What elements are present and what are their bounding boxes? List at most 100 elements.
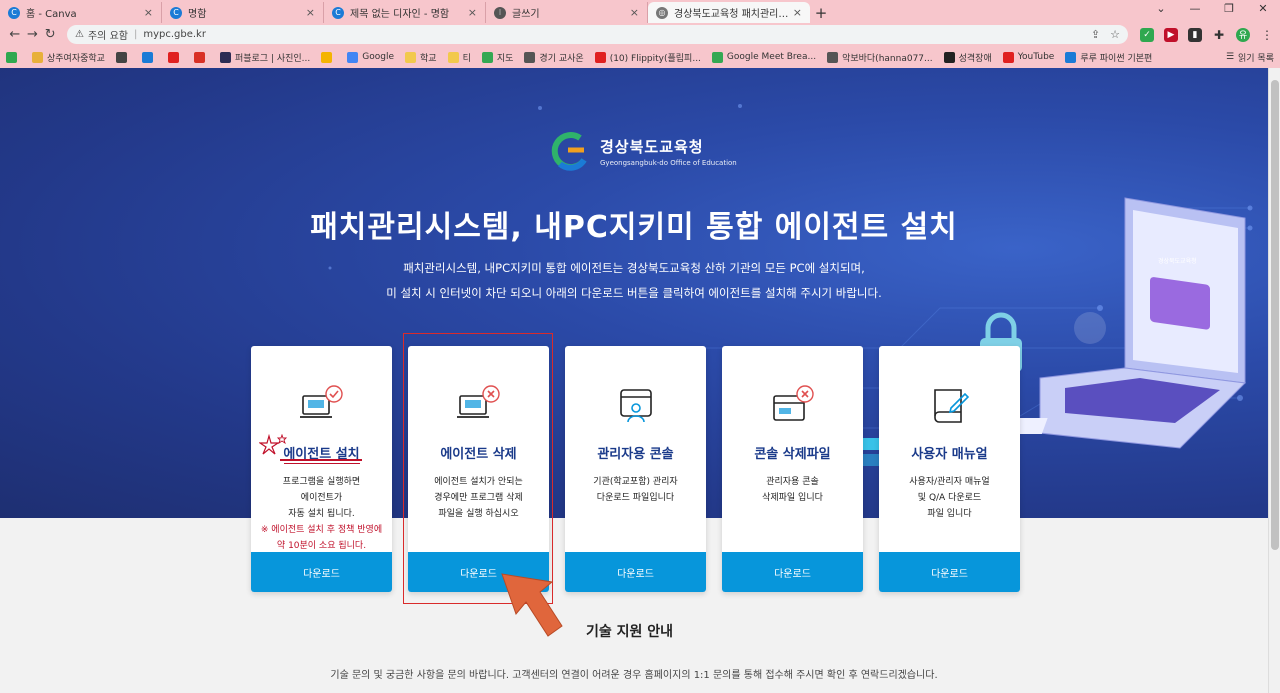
title-underline [280, 459, 362, 461]
address-input[interactable]: ⚠ 주의 요함 | mypc.gbe.kr ⇪ ☆ [67, 25, 1128, 44]
download-button[interactable]: 다운로드 [879, 552, 1020, 592]
bookmark-favicon-icon [405, 51, 417, 63]
tab-close-icon[interactable]: × [793, 6, 802, 19]
extension-icons: ✓ ▶ ▮ ✚ 유 ⋮ [1139, 27, 1274, 42]
tab-favicon-icon: C [8, 6, 20, 19]
bookmark-label: 악보바다(hanna077... [842, 53, 933, 64]
browser-tab[interactable]: C 홈 - Canva × [0, 2, 162, 23]
share-icon[interactable]: ⇪ [1091, 28, 1100, 41]
card-description: 사용자/관리자 매뉴얼 및 Q/A 다운로드 파일 입니다 [879, 474, 1020, 522]
maximize-icon[interactable]: ❐ [1212, 2, 1246, 15]
browser-tab[interactable]: ◎ 경상북도교육청 패치관리시스템 × [648, 2, 810, 23]
page-scrollbar[interactable] [1268, 68, 1280, 693]
bookmark-label: 티 [462, 53, 471, 64]
bookmark-favicon-icon [827, 51, 839, 63]
card-desc-line: 삭제파일 입니다 [762, 493, 823, 503]
tab-favicon-icon: C [170, 6, 182, 19]
extension-icon[interactable]: ▮ [1187, 27, 1202, 42]
card-desc-line: 관리자용 콘솔 [766, 477, 819, 487]
download-button[interactable]: 다운로드 [251, 552, 392, 592]
bookmark-favicon-icon [1002, 51, 1014, 63]
bookmark-item[interactable] [6, 51, 21, 63]
browser-tab[interactable]: C 제목 없는 디자인 - 명함 × [324, 2, 486, 23]
tab-close-icon[interactable]: × [306, 6, 315, 19]
bookmark-item[interactable]: (10) Flippity(플립피... [594, 51, 701, 64]
bookmark-favicon-icon [447, 51, 459, 63]
new-tab-button[interactable]: + [810, 2, 832, 23]
card-desc-line: 사용자/관리자 매뉴얼 [909, 477, 990, 487]
bookmark-item[interactable] [167, 51, 183, 63]
download-cards: 에이전트 설치 프로그램을 실행하면 에이전트가 자동 설치 됩니다. ※ 에이… [251, 346, 1020, 592]
tab-close-icon[interactable]: × [468, 6, 477, 19]
tab-label: 제목 없는 디자인 - 명함 [350, 9, 450, 20]
minimize-icon[interactable]: ⌄ [1144, 2, 1178, 15]
bookmark-item[interactable] [321, 51, 336, 63]
bookmark-item[interactable]: 상주여자중학교 [32, 51, 105, 64]
bookmark-item[interactable]: 티 [447, 51, 471, 64]
bookmark-label: (10) Flippity(플립피... [609, 53, 701, 64]
annotation-highlight-box [403, 333, 553, 604]
card-desc-line: 파일 입니다 [927, 509, 972, 519]
manual-book-icon [934, 389, 970, 423]
avatar[interactable]: 유 [1235, 27, 1250, 42]
card-desc-line: 프로그램을 실행하면 [282, 477, 361, 487]
bookmark-item[interactable] [193, 51, 209, 63]
annotation-arrow-icon [501, 573, 563, 637]
bookmark-item[interactable]: YouTube [1002, 51, 1055, 63]
bookmark-label: Google Meet Brea... [726, 52, 817, 62]
logo: 경상북도교육청 Gyeongsangbuk-do Office of Educa… [550, 130, 737, 172]
back-icon[interactable]: ← [6, 27, 24, 42]
card-warning-line: ※ 에이전트 설치 후 정책 반영에 [260, 525, 383, 535]
logo-english: Gyeongsangbuk-do Office of Education [600, 158, 737, 167]
close-window-icon[interactable]: ✕ [1246, 2, 1280, 15]
page-title: 패치관리시스템, 내PC지키미 통합 에이전트 설치 [310, 210, 958, 245]
description-line-1: 패치관리시스템, 내PC지키미 통합 에이전트는 경상북도교육청 산하 기관의 … [403, 261, 865, 275]
bookmark-item[interactable]: 퍼블로그 | 사진인... [219, 51, 310, 64]
web-page: 경상북도교육청 경상북도교육청 Gyeongsangbuk-do Office … [0, 68, 1268, 693]
bookmark-item[interactable]: Google Meet Brea... [711, 51, 817, 63]
bookmark-item[interactable]: 성격장애 [943, 51, 992, 64]
tab-label: 홈 - Canva [26, 9, 77, 20]
card-description: 프로그램을 실행하면 에이전트가 자동 설치 됩니다. ※ 에이전트 설치 후 … [251, 474, 392, 554]
bookmark-favicon-icon [347, 51, 359, 63]
tab-label: 명함 [188, 9, 207, 20]
bookmark-label: 학교 [420, 53, 437, 64]
tab-close-icon[interactable]: × [630, 6, 639, 19]
scrollbar-thumb[interactable] [1271, 80, 1279, 550]
browser-tab[interactable]: ⁝ 글쓰기 × [486, 2, 648, 23]
bookmark-favicon-icon [6, 51, 17, 63]
description-line-2: 미 설치 시 인터넷이 차단 되오니 아래의 다운로드 버튼을 클릭하여 에이전… [386, 286, 882, 300]
video-extension-icon[interactable]: ▶ [1163, 27, 1178, 42]
bookmark-item[interactable]: 경기 교사온 [524, 51, 584, 64]
bookmark-item[interactable] [115, 51, 131, 63]
menu-icon[interactable]: ⋮ [1260, 28, 1274, 42]
puzzle-icon[interactable]: ✚ [1212, 28, 1226, 42]
bookmark-label: 성격장애 [958, 53, 992, 64]
bookmark-item[interactable] [141, 51, 157, 63]
bookmark-item[interactable]: 학교 [405, 51, 437, 64]
bookmark-label: Google [362, 52, 395, 62]
bookmark-item[interactable]: 지도 [481, 51, 513, 64]
bookmark-label: YouTube [1017, 52, 1055, 62]
bookmark-label: 경기 교사온 [539, 53, 584, 64]
tab-label: 경상북도교육청 패치관리시스템 [674, 9, 789, 20]
reading-list[interactable]: ☰ 읽기 목록 [1226, 51, 1274, 64]
browser-tab[interactable]: C 명함 × [162, 2, 324, 23]
shield-extension-icon[interactable]: ✓ [1139, 27, 1154, 42]
bookmark-item[interactable]: Google [347, 51, 395, 63]
bookmark-star-icon[interactable]: ☆ [1110, 28, 1120, 41]
reading-list-icon: ☰ [1225, 52, 1235, 62]
reload-icon[interactable]: ↻ [41, 27, 59, 42]
minimize-window-icon[interactable]: — [1178, 2, 1212, 15]
tab-close-icon[interactable]: × [144, 6, 153, 19]
url-text: mypc.gbe.kr [143, 29, 206, 40]
bookmark-favicon-icon [219, 51, 231, 63]
admin-console-icon [620, 389, 652, 423]
download-button[interactable]: 다운로드 [722, 552, 863, 592]
card-desc-line: 기관(학교포함) 관리자 [593, 477, 678, 487]
download-button[interactable]: 다운로드 [565, 552, 706, 592]
bookmark-item[interactable]: 루루 파이썬 기본편 [1065, 51, 1152, 64]
card-description: 관리자용 콘솔 삭제파일 입니다 [722, 474, 863, 506]
bookmark-item[interactable]: 악보바다(hanna077... [827, 51, 933, 64]
forward-icon[interactable]: → [24, 27, 42, 42]
